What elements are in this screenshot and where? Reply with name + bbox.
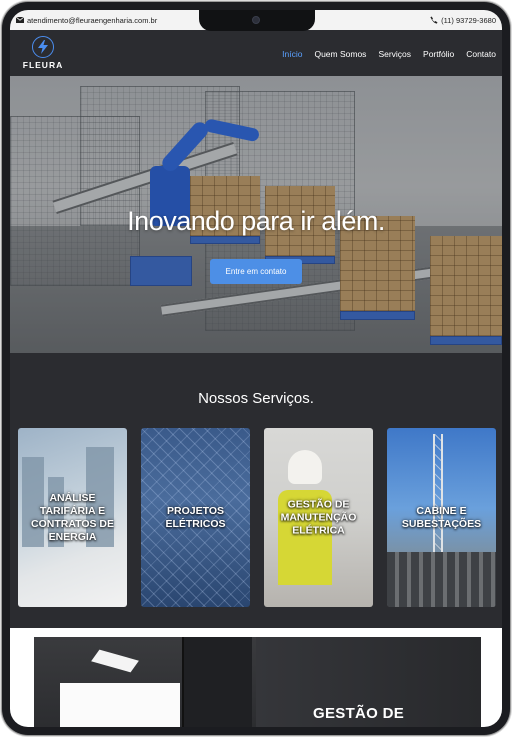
image-electrical-cabinet — [182, 637, 252, 727]
nav-item-inicio[interactable]: Início — [282, 49, 302, 59]
hero-banner: Inovando para ir além. Entre em contato — [10, 76, 502, 353]
nav-menu: Início Quem Somos Serviços Portfólio Con… — [282, 49, 496, 59]
topbar-email[interactable]: atendimento@fleuraengenharia.com.br — [16, 16, 157, 25]
services-section: Nossos Serviços. ANÁLISE TARIFÁRIA E CON… — [10, 353, 502, 624]
next-section-image — [34, 637, 481, 727]
envelope-icon — [16, 17, 24, 23]
nav-item-servicos[interactable]: Serviços — [378, 49, 411, 59]
tablet-frame: atendimento@fleuraengenharia.com.br (11)… — [2, 2, 510, 735]
phone-icon — [430, 16, 438, 24]
service-card-projetos-eletricos[interactable]: PROJETOS ELÉTRICOS — [141, 428, 250, 607]
services-title: Nossos Serviços. — [198, 390, 314, 407]
service-card-label: CABINE E SUBESTAÇÕES — [401, 504, 482, 530]
service-card-cabine-subestacoes[interactable]: CABINE E SUBESTAÇÕES — [387, 428, 496, 607]
contact-cta-button[interactable]: Entre em contato — [210, 259, 302, 284]
brand-logo[interactable]: FLEURA — [18, 36, 68, 70]
browser-viewport: atendimento@fleuraengenharia.com.br (11)… — [10, 10, 502, 727]
nav-item-portfolio[interactable]: Portfólio — [423, 49, 454, 59]
next-section: GESTÃO DE — [10, 628, 502, 727]
main-navbar: FLEURA Início Quem Somos Serviços Portfó… — [10, 30, 502, 76]
card-4-tower — [433, 434, 443, 554]
service-card-gestao-manutencao[interactable]: GESTÃO DE MANUTENÇÃO ELÉTRICA — [264, 428, 373, 607]
brand-name: FLEURA — [22, 60, 64, 70]
lightning-icon — [32, 36, 54, 58]
hero-title: Inovando para ir além. — [127, 206, 385, 236]
card-3-hardhat — [288, 450, 322, 484]
topbar-email-text: atendimento@fleuraengenharia.com.br — [27, 15, 158, 25]
device-notch — [199, 10, 315, 31]
service-card-label: ANÁLISE TARIFÁRIA E CONTRATOS DE ENERGIA — [30, 491, 115, 543]
nav-item-quem-somos[interactable]: Quem Somos — [314, 49, 366, 59]
topbar-phone-text: (11) 93729-3680 — [441, 15, 496, 25]
service-card-analise-tarifaria[interactable]: ANÁLISE TARIFÁRIA E CONTRATOS DE ENERGIA — [18, 428, 127, 607]
nav-item-contato[interactable]: Contato — [466, 49, 496, 59]
services-cards: ANÁLISE TARIFÁRIA E CONTRATOS DE ENERGIA… — [18, 428, 496, 607]
image-wall-panel — [60, 683, 180, 727]
next-section-title: GESTÃO DE — [313, 705, 405, 722]
service-card-label: GESTÃO DE MANUTENÇÃO ELÉTRICA — [280, 497, 357, 537]
service-card-label: PROJETOS ELÉTRICOS — [165, 504, 226, 530]
topbar-phone[interactable]: (11) 93729-3680 — [430, 16, 496, 25]
front-camera — [252, 16, 260, 24]
card-4-equipment — [387, 552, 496, 607]
